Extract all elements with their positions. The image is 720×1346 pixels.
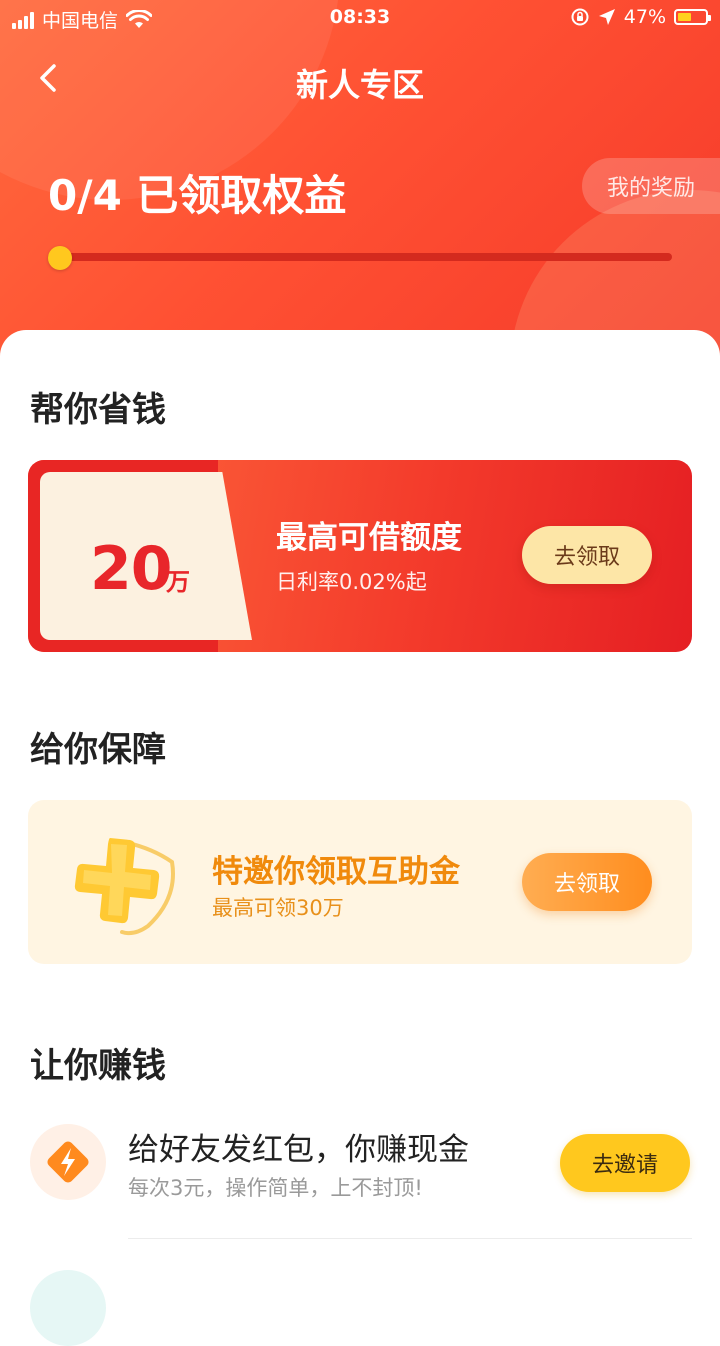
invite-subtitle: 每次3元，操作简单，上不封顶!	[128, 1176, 423, 1200]
mutual-aid-subtitle: 最高可领30万	[212, 896, 344, 920]
status-bar: 中国电信 08:33 47%	[0, 0, 720, 38]
my-rewards-button[interactable]: 我的奖励	[582, 158, 720, 214]
loan-offer-card[interactable]: 20 万 最高可借额度 日利率0.02%起 去领取	[28, 460, 692, 652]
loan-title: 最高可借额度	[276, 520, 462, 556]
loan-amount-unit: 万	[166, 568, 190, 596]
claim-loan-button[interactable]: 去领取	[522, 526, 652, 584]
list-item-icon-partial	[30, 1270, 106, 1346]
battery-icon	[674, 9, 711, 25]
loan-amount: 20	[90, 534, 172, 604]
benefits-progress-indicator	[48, 246, 72, 270]
divider	[128, 1238, 692, 1239]
section-title-earn-money: 让你赚钱	[30, 1046, 166, 1086]
medical-cross-shield-icon	[74, 838, 175, 936]
invite-button[interactable]: 去邀请	[560, 1134, 690, 1192]
header: 中国电信 08:33 47% 新人专区 0/4 已领取权益 我的奖励	[0, 0, 720, 360]
mutual-aid-title: 特邀你领取互助金	[212, 854, 460, 890]
invite-title: 给好友发红包，你赚现金	[128, 1132, 469, 1168]
location-arrow-icon	[598, 9, 615, 25]
main-content: 帮你省钱 20 万 最高可借额度 日利率0.02%起 去领取 给你保障 特邀你领…	[0, 330, 720, 1346]
nav-bar: 新人专区	[0, 46, 720, 110]
claim-mutual-aid-button[interactable]: 去领取	[522, 853, 652, 911]
section-title-protection: 给你保障	[30, 730, 166, 770]
benefits-progress-track	[48, 253, 672, 261]
page-title: 新人专区	[295, 66, 424, 104]
rotation-lock-icon	[571, 8, 589, 26]
list-item[interactable]: 给好友发红包，你赚现金 每次3元，操作简单，上不封顶! 去邀请	[28, 1120, 692, 1220]
section-title-save-money: 帮你省钱	[30, 390, 166, 430]
mutual-aid-card[interactable]: 特邀你领取互助金 最高可领30万 去领取	[28, 800, 692, 964]
benefits-progress-text: 0/4 已领取权益	[48, 171, 347, 220]
lightning-bolt-icon	[30, 1124, 106, 1200]
loan-rate: 日利率0.02%起	[276, 570, 427, 594]
battery-percent: 47%	[623, 6, 666, 28]
loan-amount-box: 20 万	[40, 472, 252, 640]
